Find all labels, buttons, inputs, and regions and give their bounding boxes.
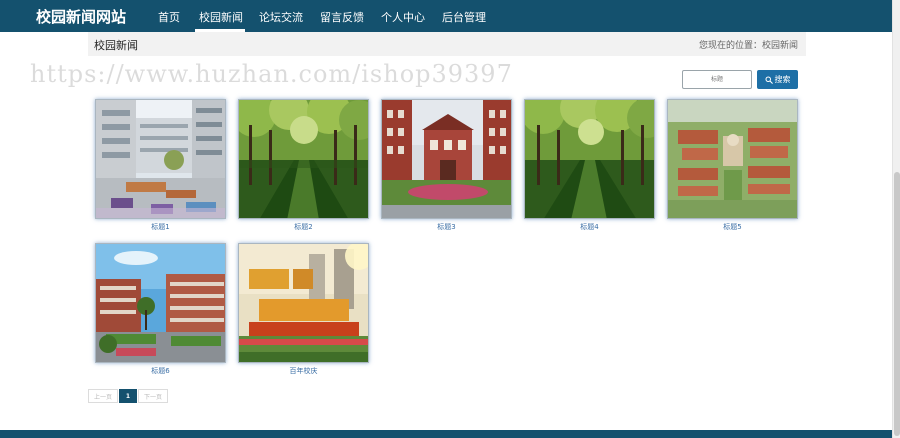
pagination-prev[interactable]: 上一页 [88, 389, 118, 403]
nav-item-admin[interactable]: 后台管理 [442, 9, 486, 25]
search-icon [765, 76, 773, 84]
footer-bar [0, 430, 892, 438]
news-image-7 [239, 244, 368, 362]
news-card-1[interactable] [95, 99, 226, 219]
search-button[interactable]: 搜索 [757, 70, 798, 89]
breadcrumb: 您现在的位置：校园新闻 [698, 41, 798, 51]
scrollbar-thumb[interactable] [894, 172, 900, 436]
top-navbar: 校园新闻网站 首页 校园新闻 论坛交流 留言反馈 个人中心 后台管理 [0, 0, 892, 32]
news-caption-7[interactable]: 百年校庆 [238, 366, 369, 376]
breadcrumb-bar: 校园新闻 您现在的位置：校园新闻 [88, 32, 806, 56]
news-image-1 [96, 100, 225, 218]
news-card-5[interactable] [667, 99, 798, 219]
news-caption-5[interactable]: 标题5 [667, 222, 798, 232]
page-scrollbar[interactable] [892, 0, 900, 438]
news-caption-3[interactable]: 标题3 [381, 222, 512, 232]
nav-item-forum[interactable]: 论坛交流 [259, 9, 303, 25]
news-image-3 [382, 100, 511, 218]
news-caption-2[interactable]: 标题2 [238, 222, 369, 232]
nav-item-feedback[interactable]: 留言反馈 [320, 9, 364, 25]
news-image-6 [96, 244, 225, 362]
search-input[interactable] [682, 70, 752, 89]
news-card-4[interactable] [524, 99, 655, 219]
site-title[interactable]: 校园新闻网站 [36, 6, 126, 27]
news-caption-1[interactable]: 标题1 [95, 222, 226, 232]
nav-item-campus-news[interactable]: 校园新闻 [199, 9, 243, 25]
search-button-label: 搜索 [774, 75, 791, 84]
pagination-page-1[interactable]: 1 [119, 389, 137, 403]
news-card-3[interactable] [381, 99, 512, 219]
news-card-7[interactable] [238, 243, 369, 363]
news-caption-4[interactable]: 标题4 [524, 222, 655, 232]
page: 校园新闻网站 首页 校园新闻 论坛交流 留言反馈 个人中心 后台管理 校园新闻 … [0, 0, 900, 438]
news-card-6[interactable] [95, 243, 226, 363]
pagination-next[interactable]: 下一页 [138, 389, 168, 403]
page-title: 校园新闻 [94, 39, 138, 52]
news-image-4 [525, 100, 654, 218]
news-image-2 [239, 100, 368, 218]
nav-item-home[interactable]: 首页 [158, 9, 180, 25]
nav-item-profile[interactable]: 个人中心 [381, 9, 425, 25]
watermark-text: https://www.huzhan.com/ishop39397 [30, 60, 513, 88]
news-card-2[interactable] [238, 99, 369, 219]
news-caption-6[interactable]: 标题6 [95, 366, 226, 376]
news-image-5 [668, 100, 797, 218]
